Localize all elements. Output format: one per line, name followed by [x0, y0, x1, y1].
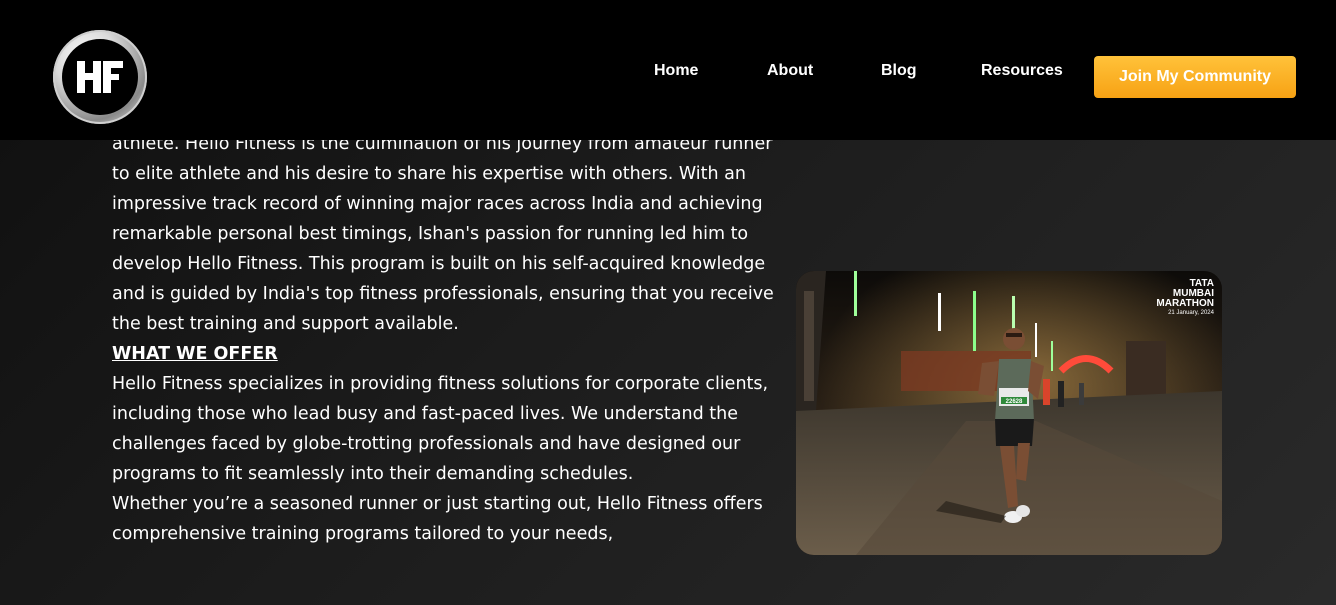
- bib-number: 22628: [1006, 399, 1023, 405]
- page: athlete. Hello Fitness is the culminatio…: [0, 0, 1336, 605]
- marathon-photo: 22628 TATA MUMBAI MARATHON 21 January, 2…: [796, 271, 1222, 555]
- join-community-button[interactable]: Join My Community: [1094, 56, 1296, 98]
- nav-resources[interactable]: Resources: [981, 62, 1063, 84]
- about-paragraph: athlete. Hello Fitness is the culminatio…: [112, 134, 774, 334]
- nav-home[interactable]: Home: [654, 62, 698, 84]
- about-content: athlete. Hello Fitness is the culminatio…: [112, 129, 782, 549]
- offer-paragraph: Hello Fitness specializes in providing f…: [112, 374, 769, 484]
- tata-mumbai-marathon-badge: TATA MUMBAI MARATHON 21 January, 2024: [1134, 279, 1214, 317]
- nav-blog[interactable]: Blog: [881, 62, 917, 84]
- programs-paragraph: Whether you’re a seasoned runner or just…: [112, 494, 763, 544]
- nav-about[interactable]: About: [767, 62, 813, 84]
- badge-date: 21 January, 2024: [1168, 310, 1214, 316]
- site-header: Home About Blog Resources Join My Commun…: [0, 0, 1336, 140]
- hf-logo-icon[interactable]: [53, 30, 147, 124]
- badge-event: MUMBAI MARATHON: [1156, 288, 1214, 309]
- section-heading-what-we-offer: WHAT WE OFFER: [112, 344, 278, 364]
